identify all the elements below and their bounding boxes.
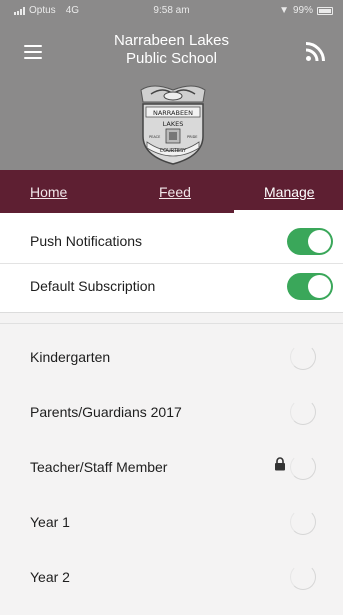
group-row-year-2[interactable]: Year 2: [0, 550, 343, 605]
crest-bottom-text: COURTESY: [160, 148, 188, 154]
default-subscription-toggle[interactable]: [287, 273, 333, 300]
crest-mid-text: LAKES: [163, 120, 184, 128]
setting-label: Push Notifications: [30, 233, 143, 249]
tab-manage[interactable]: Manage: [264, 184, 315, 200]
battery-icon: [317, 6, 333, 15]
group-label: Parents/Guardians 2017: [30, 404, 182, 420]
school-crest-logo: NARRABEEN LAKES PEACE PRIDE COURTESY: [140, 85, 206, 165]
school-name: Narrabeen Lakes Public School: [0, 32, 343, 68]
toggle-knob: [308, 275, 331, 298]
group-label: Teacher/Staff Member: [30, 459, 168, 475]
group-label: Kindergarten: [30, 349, 111, 365]
group-row-kindergarten[interactable]: Kindergarten: [0, 330, 343, 385]
app-header: Optus 4G 9:58 am ▼ 99% Narrabeen Lakes P…: [0, 0, 343, 170]
group-label: Year 2: [30, 569, 70, 585]
crest-right-text: PRIDE: [187, 135, 197, 139]
group-row-year-1[interactable]: Year 1: [0, 495, 343, 550]
battery-info: ▼ 99%: [279, 5, 333, 16]
status-bar: Optus 4G 9:58 am ▼ 99%: [0, 0, 343, 22]
setting-push-notifications: Push Notifications: [0, 219, 343, 264]
subscription-radio[interactable]: [290, 564, 316, 590]
group-row-parents-guardians[interactable]: Parents/Guardians 2017: [0, 385, 343, 440]
notification-settings: Push Notifications Default Subscription: [0, 213, 343, 313]
subscription-group-list: Kindergarten Parents/Guardians 2017 Teac…: [0, 323, 343, 615]
setting-label: Default Subscription: [30, 278, 156, 294]
subscription-radio[interactable]: [290, 454, 316, 480]
group-row-teacher-staff[interactable]: Teacher/Staff Member: [0, 440, 343, 495]
tab-home[interactable]: Home: [30, 184, 67, 200]
rss-icon[interactable]: [305, 42, 325, 62]
subscription-radio[interactable]: [290, 399, 316, 425]
crest-top-text: NARRABEEN: [153, 109, 193, 117]
crest-left-text: PEACE: [149, 135, 160, 139]
tab-bar: Home Feed Manage: [0, 170, 343, 213]
school-name-line2: Public School: [126, 50, 217, 67]
group-label: Year 1: [30, 514, 70, 530]
subscription-radio[interactable]: [290, 509, 316, 535]
subscription-radio[interactable]: [290, 344, 316, 370]
school-name-line1: Narrabeen Lakes: [113, 32, 230, 49]
lock-icon: [275, 457, 285, 471]
push-notifications-toggle[interactable]: [287, 228, 333, 255]
battery-percent: 99%: [292, 5, 313, 16]
location-icon: ▼: [279, 5, 289, 16]
setting-default-subscription: Default Subscription: [0, 264, 343, 309]
tab-feed[interactable]: Feed: [159, 184, 191, 200]
toggle-knob: [308, 230, 331, 253]
